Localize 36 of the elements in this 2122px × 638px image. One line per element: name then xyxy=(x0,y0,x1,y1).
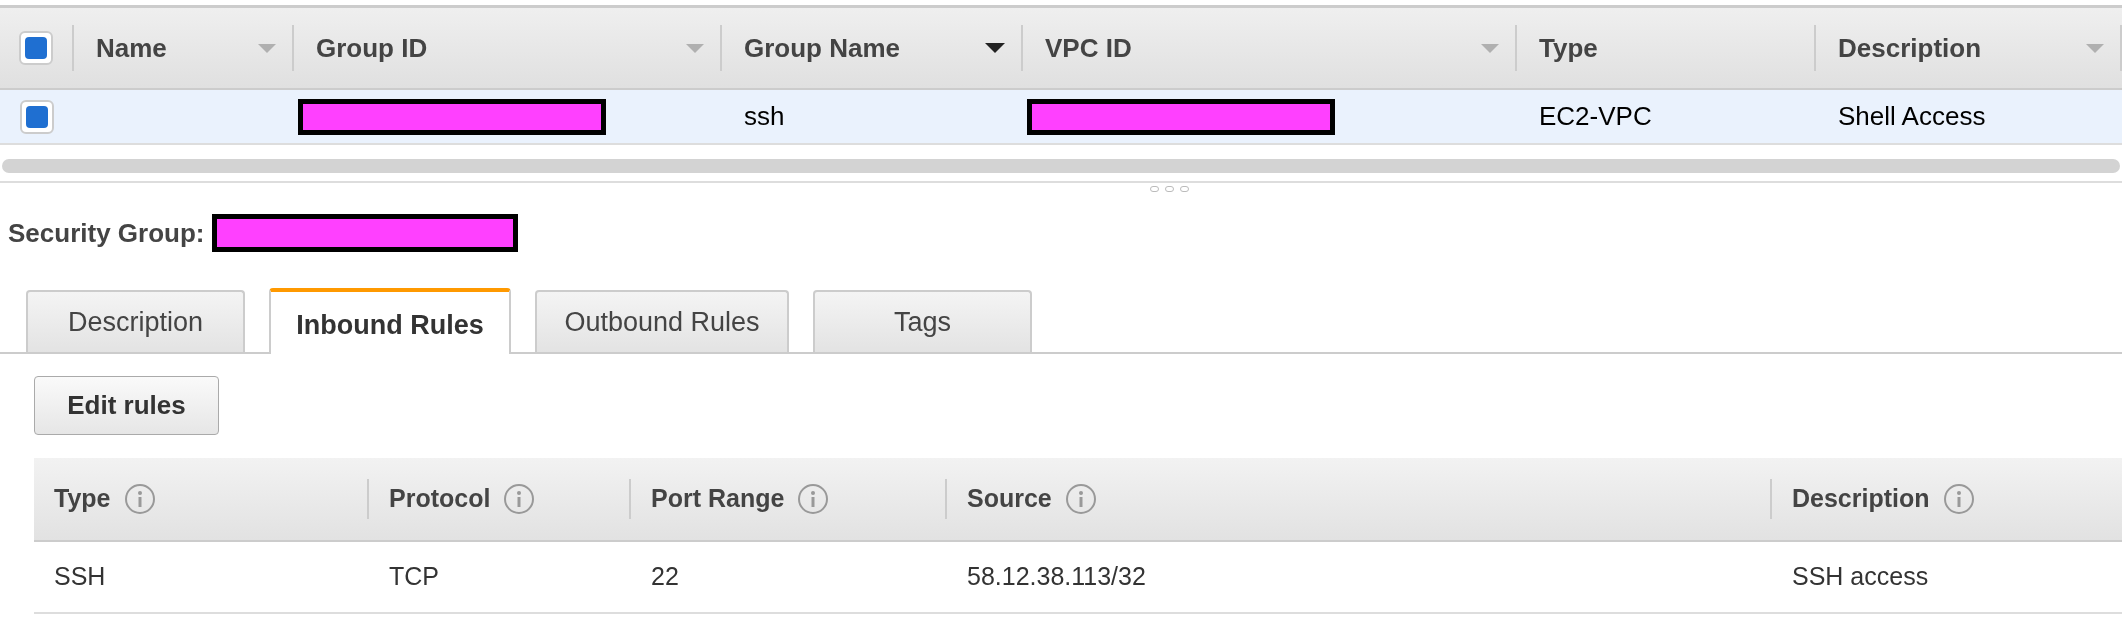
column-header[interactable]: Name xyxy=(96,28,167,68)
column-header[interactable]: Description xyxy=(1838,28,1982,68)
security-group-label: Security Group: xyxy=(8,216,205,250)
table-cell-text: Shell Access xyxy=(1838,100,1986,133)
tab[interactable]: Tags xyxy=(813,290,1032,352)
column-header[interactable]: Group ID xyxy=(316,28,428,68)
column-header: Description xyxy=(1792,483,1930,515)
column-header[interactable]: VPC ID xyxy=(1045,28,1132,68)
column-header: Port Range xyxy=(651,483,785,515)
info-icon[interactable] xyxy=(1943,484,1974,514)
resize-handle-icon[interactable] xyxy=(1150,186,1189,192)
table-row[interactable]: ssh EC2-VPC Shell Access xyxy=(0,90,2122,145)
info-icon[interactable] xyxy=(1065,484,1096,514)
tab[interactable]: Outbound Rules xyxy=(535,290,789,352)
table-cell-text: ssh xyxy=(744,100,785,133)
table-cell: SSH access xyxy=(1792,562,1929,591)
table-cell-text: EC2-VPC xyxy=(1539,100,1652,133)
checkbox[interactable] xyxy=(20,99,54,134)
table-cell: 22 xyxy=(651,562,679,591)
checkbox[interactable] xyxy=(19,31,53,65)
column-header[interactable]: Type xyxy=(1539,28,1598,68)
table-cell: 58.12.38.113/32 xyxy=(967,562,1146,591)
column-header: Source xyxy=(967,483,1052,515)
table-cell: TCP xyxy=(389,562,439,591)
info-icon[interactable] xyxy=(798,484,829,514)
column-header[interactable]: Group Name xyxy=(744,28,901,68)
caret-icon[interactable] xyxy=(985,43,1005,53)
scrollbar[interactable] xyxy=(2,159,2120,173)
info-icon[interactable] xyxy=(124,484,155,514)
tab[interactable]: Inbound Rules xyxy=(269,288,511,354)
edit-rules-button[interactable]: Edit rules xyxy=(34,376,219,435)
tab[interactable]: Description xyxy=(26,290,245,352)
table-cell: SSH xyxy=(54,562,106,591)
column-header: Protocol xyxy=(389,483,491,515)
info-icon[interactable] xyxy=(504,484,535,514)
column-header: Type xyxy=(54,483,111,515)
